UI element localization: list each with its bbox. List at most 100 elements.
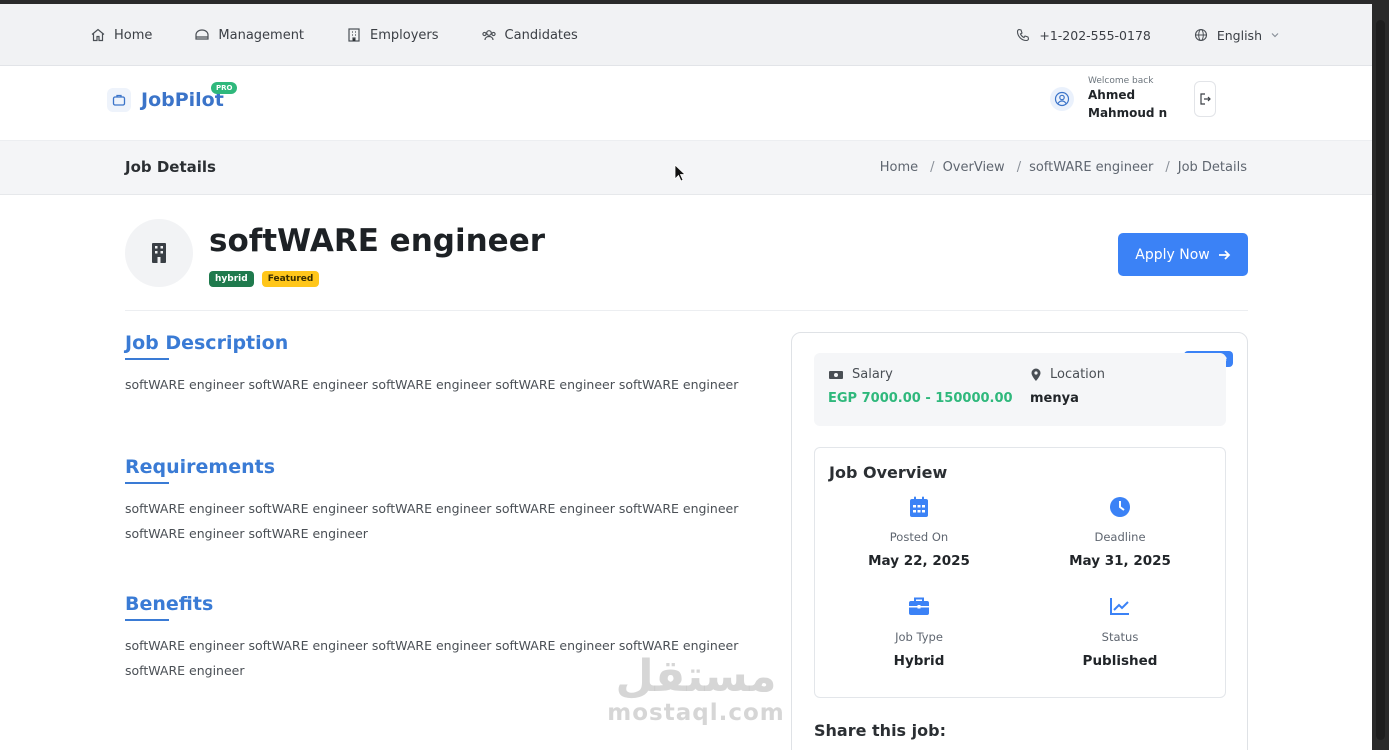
requirements-text: softWARE engineer softWARE engineer soft… — [125, 501, 739, 541]
brand-logo[interactable]: JobPilot PRO — [107, 82, 238, 112]
logout-button[interactable] — [1194, 81, 1216, 117]
browser-viewport: Home Management Employers Candidates +1-… — [0, 4, 1372, 750]
job-type-label: Job Type — [895, 630, 943, 644]
phone-icon — [1017, 28, 1030, 42]
watermark-arabic: مستقل — [615, 651, 777, 702]
home-icon — [91, 28, 105, 42]
salary-label: Salary — [852, 367, 893, 382]
job-overview: Job Overview Posted On May 22, 2025 Dead… — [814, 447, 1226, 698]
top-nav-management[interactable]: Management — [194, 27, 304, 43]
building-icon — [152, 243, 166, 263]
hybrid-badge: hybrid — [209, 271, 254, 287]
requirements-heading: Requirements — [125, 456, 275, 484]
chart-line-icon — [1110, 598, 1129, 615]
site-header: JobPilot PRO Welcome back Ahmed Mahmoud … — [0, 66, 1372, 141]
overview-deadline: Deadline May 31, 2025 — [1020, 496, 1220, 569]
user-avatar-icon[interactable] — [1050, 87, 1074, 111]
welcome-text: Welcome back — [1088, 76, 1154, 86]
top-nav-home-label: Home — [114, 27, 153, 43]
map-pin-icon — [1031, 368, 1041, 381]
breadcrumb-job[interactable]: softWARE engineer — [1029, 160, 1153, 175]
deadline-label: Deadline — [1094, 530, 1146, 544]
deadline-value: May 31, 2025 — [1069, 553, 1171, 569]
location-value: menya — [1030, 391, 1079, 406]
status-value: Published — [1082, 653, 1158, 669]
job-type-value: Hybrid — [893, 653, 945, 669]
phone-number: +1-202-555-0178 — [1039, 27, 1151, 43]
calendar-icon — [910, 496, 928, 517]
language-value: English — [1216, 27, 1262, 43]
scrollbar[interactable] — [1372, 0, 1389, 750]
top-nav-candidates[interactable]: Candidates — [481, 27, 578, 43]
status-label: Status — [1101, 630, 1139, 644]
benefits-heading: Benefits — [125, 593, 213, 621]
overview-job-type: Job Type Hybrid — [819, 596, 1019, 669]
brand-name: JobPilot — [141, 89, 224, 111]
apply-now-button[interactable]: Apply Now — [1118, 233, 1248, 276]
breadcrumb-overview[interactable]: OverView — [943, 160, 1005, 175]
job-title: softWARE engineer — [209, 223, 546, 259]
money-icon — [829, 370, 843, 379]
top-nav: Home Management Employers Candidates — [90, 4, 578, 66]
globe-icon — [1194, 28, 1207, 42]
job-header: softWARE engineer hybrid Featured Apply … — [125, 219, 1248, 311]
salary-block: Salary EGP 7000.00 - 150000.00 — [828, 367, 1013, 406]
top-nav-home[interactable]: Home — [90, 27, 152, 43]
job-description-heading: Job Description — [125, 332, 288, 360]
hat-icon — [195, 29, 209, 40]
job-description-text: softWARE engineer softWARE engineer soft… — [125, 377, 739, 392]
breadcrumb-separator: / — [930, 160, 935, 175]
breadcrumb: Home / OverView / softWARE engineer / Jo… — [880, 160, 1247, 175]
job-summary-card: On-site Salary EGP 7000.00 - 150000.00 L… — [791, 332, 1248, 750]
salary-location-box: Salary EGP 7000.00 - 150000.00 Location … — [814, 353, 1226, 426]
breadcrumb-separator: / — [1016, 160, 1022, 175]
briefcase-logo-icon — [107, 88, 131, 112]
chevron-down-icon — [1271, 33, 1279, 38]
job-description-section: Job Description softWARE engineer softWA… — [125, 332, 755, 456]
watermark: مستقل mostaql.com — [606, 651, 786, 727]
logout-icon — [1200, 93, 1211, 105]
requirements-section: Requirements softWARE engineer softWARE … — [125, 456, 755, 593]
salary-label-row: Salary — [828, 367, 1013, 382]
top-nav-employers-label: Employers — [370, 27, 439, 43]
overview-status: Status Published — [1020, 596, 1220, 669]
location-label: Location — [1050, 367, 1105, 382]
pro-badge: PRO — [211, 82, 238, 94]
users-icon — [481, 30, 496, 41]
user-menu: Welcome back Ahmed Mahmoud n — [1050, 76, 1216, 122]
overview-posted-on: Posted On May 22, 2025 — [819, 496, 1019, 569]
phone-link[interactable]: +1-202-555-0178 — [1015, 27, 1151, 43]
job-overview-title: Job Overview — [829, 463, 948, 482]
location-label-row: Location — [1030, 367, 1105, 382]
breadcrumb-current: Job Details — [1177, 160, 1247, 175]
watermark-latin: mostaql.com — [607, 700, 785, 726]
mouse-cursor-icon — [674, 164, 686, 182]
job-content: Job Description softWARE engineer softWA… — [125, 332, 755, 683]
job-badges: hybrid Featured — [209, 271, 320, 287]
user-name: Ahmed Mahmoud n — [1088, 88, 1168, 120]
location-block: Location menya — [1030, 367, 1105, 406]
language-select[interactable]: English — [1193, 27, 1280, 43]
top-nav-management-label: Management — [218, 27, 305, 43]
top-nav-employers[interactable]: Employers — [346, 27, 439, 43]
top-bar: Home Management Employers Candidates +1-… — [0, 4, 1372, 66]
page-title: Job Details — [125, 158, 216, 176]
apply-now-label: Apply Now — [1135, 246, 1210, 263]
posted-on-value: May 22, 2025 — [868, 553, 970, 569]
company-logo — [125, 219, 193, 287]
briefcase-icon — [909, 597, 929, 615]
salary-value: EGP 7000.00 - 150000.00 — [828, 391, 1013, 406]
breadcrumb-separator: / — [1165, 160, 1170, 175]
breadcrumb-home[interactable]: Home — [880, 160, 918, 175]
top-nav-candidates-label: Candidates — [504, 27, 578, 43]
clock-icon — [1110, 497, 1130, 517]
arrow-right-icon — [1218, 249, 1231, 260]
posted-on-label: Posted On — [889, 530, 949, 544]
featured-badge: Featured — [261, 271, 320, 287]
scrollbar-thumb[interactable] — [1376, 20, 1385, 740]
user-info: Welcome back Ahmed Mahmoud n — [1088, 76, 1168, 122]
building-icon — [348, 28, 360, 42]
top-right: +1-202-555-0178 English — [1015, 4, 1280, 66]
share-title: Share this job: — [814, 721, 946, 740]
breadcrumb-bar: Job Details Home / OverView / softWARE e… — [0, 141, 1372, 195]
